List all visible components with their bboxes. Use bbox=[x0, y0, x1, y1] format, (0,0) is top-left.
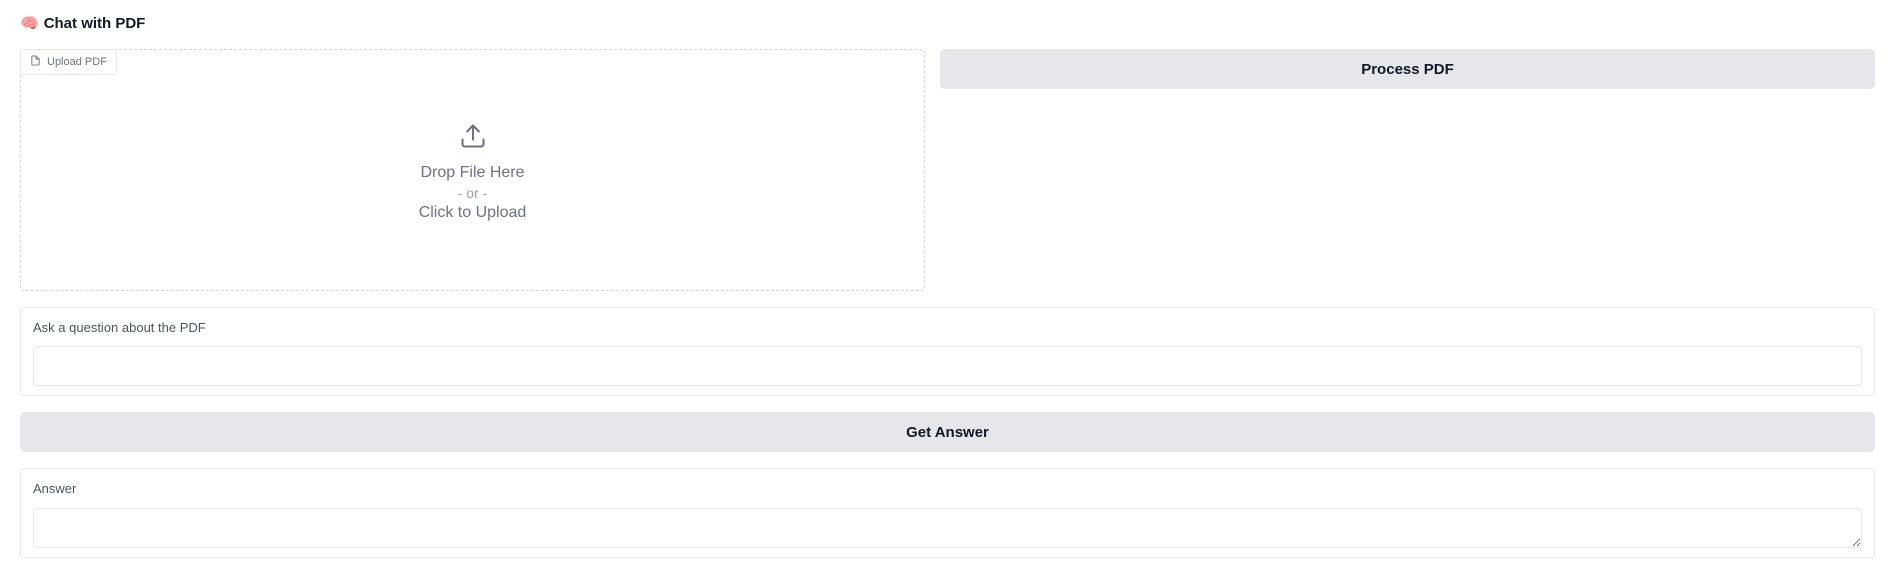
brain-icon: 🧠 bbox=[20, 14, 39, 32]
click-to-upload-text[interactable]: Click to Upload bbox=[419, 204, 527, 222]
drop-file-text: Drop File Here bbox=[420, 164, 525, 181]
or-separator-text: - or - bbox=[457, 185, 488, 201]
app-page: 🧠 Chat with PDF Upload PDF Drop File Her… bbox=[0, 0, 1895, 575]
answer-label: Answer bbox=[33, 481, 77, 496]
upload-icon bbox=[459, 122, 487, 155]
question-label: Ask a question about the PDF bbox=[33, 320, 206, 335]
app-title: 🧠 Chat with PDF bbox=[20, 12, 145, 34]
question-input[interactable] bbox=[33, 346, 1862, 386]
upload-label-text: Upload PDF bbox=[47, 56, 107, 68]
question-panel: Ask a question about the PDF bbox=[20, 307, 1875, 396]
pdf-upload-dropzone[interactable]: Upload PDF Drop File Here - or - Click t… bbox=[20, 49, 925, 291]
app-title-text: Chat with PDF bbox=[43, 14, 146, 32]
upload-prompt: Drop File Here - or - Click to Upload bbox=[21, 122, 924, 222]
answer-panel: Answer bbox=[20, 468, 1875, 558]
answer-output[interactable] bbox=[33, 508, 1862, 548]
process-pdf-button[interactable]: Process PDF bbox=[940, 49, 1875, 89]
upload-label-badge: Upload PDF bbox=[20, 49, 117, 75]
get-answer-button[interactable]: Get Answer bbox=[20, 412, 1875, 452]
file-icon bbox=[30, 55, 41, 69]
